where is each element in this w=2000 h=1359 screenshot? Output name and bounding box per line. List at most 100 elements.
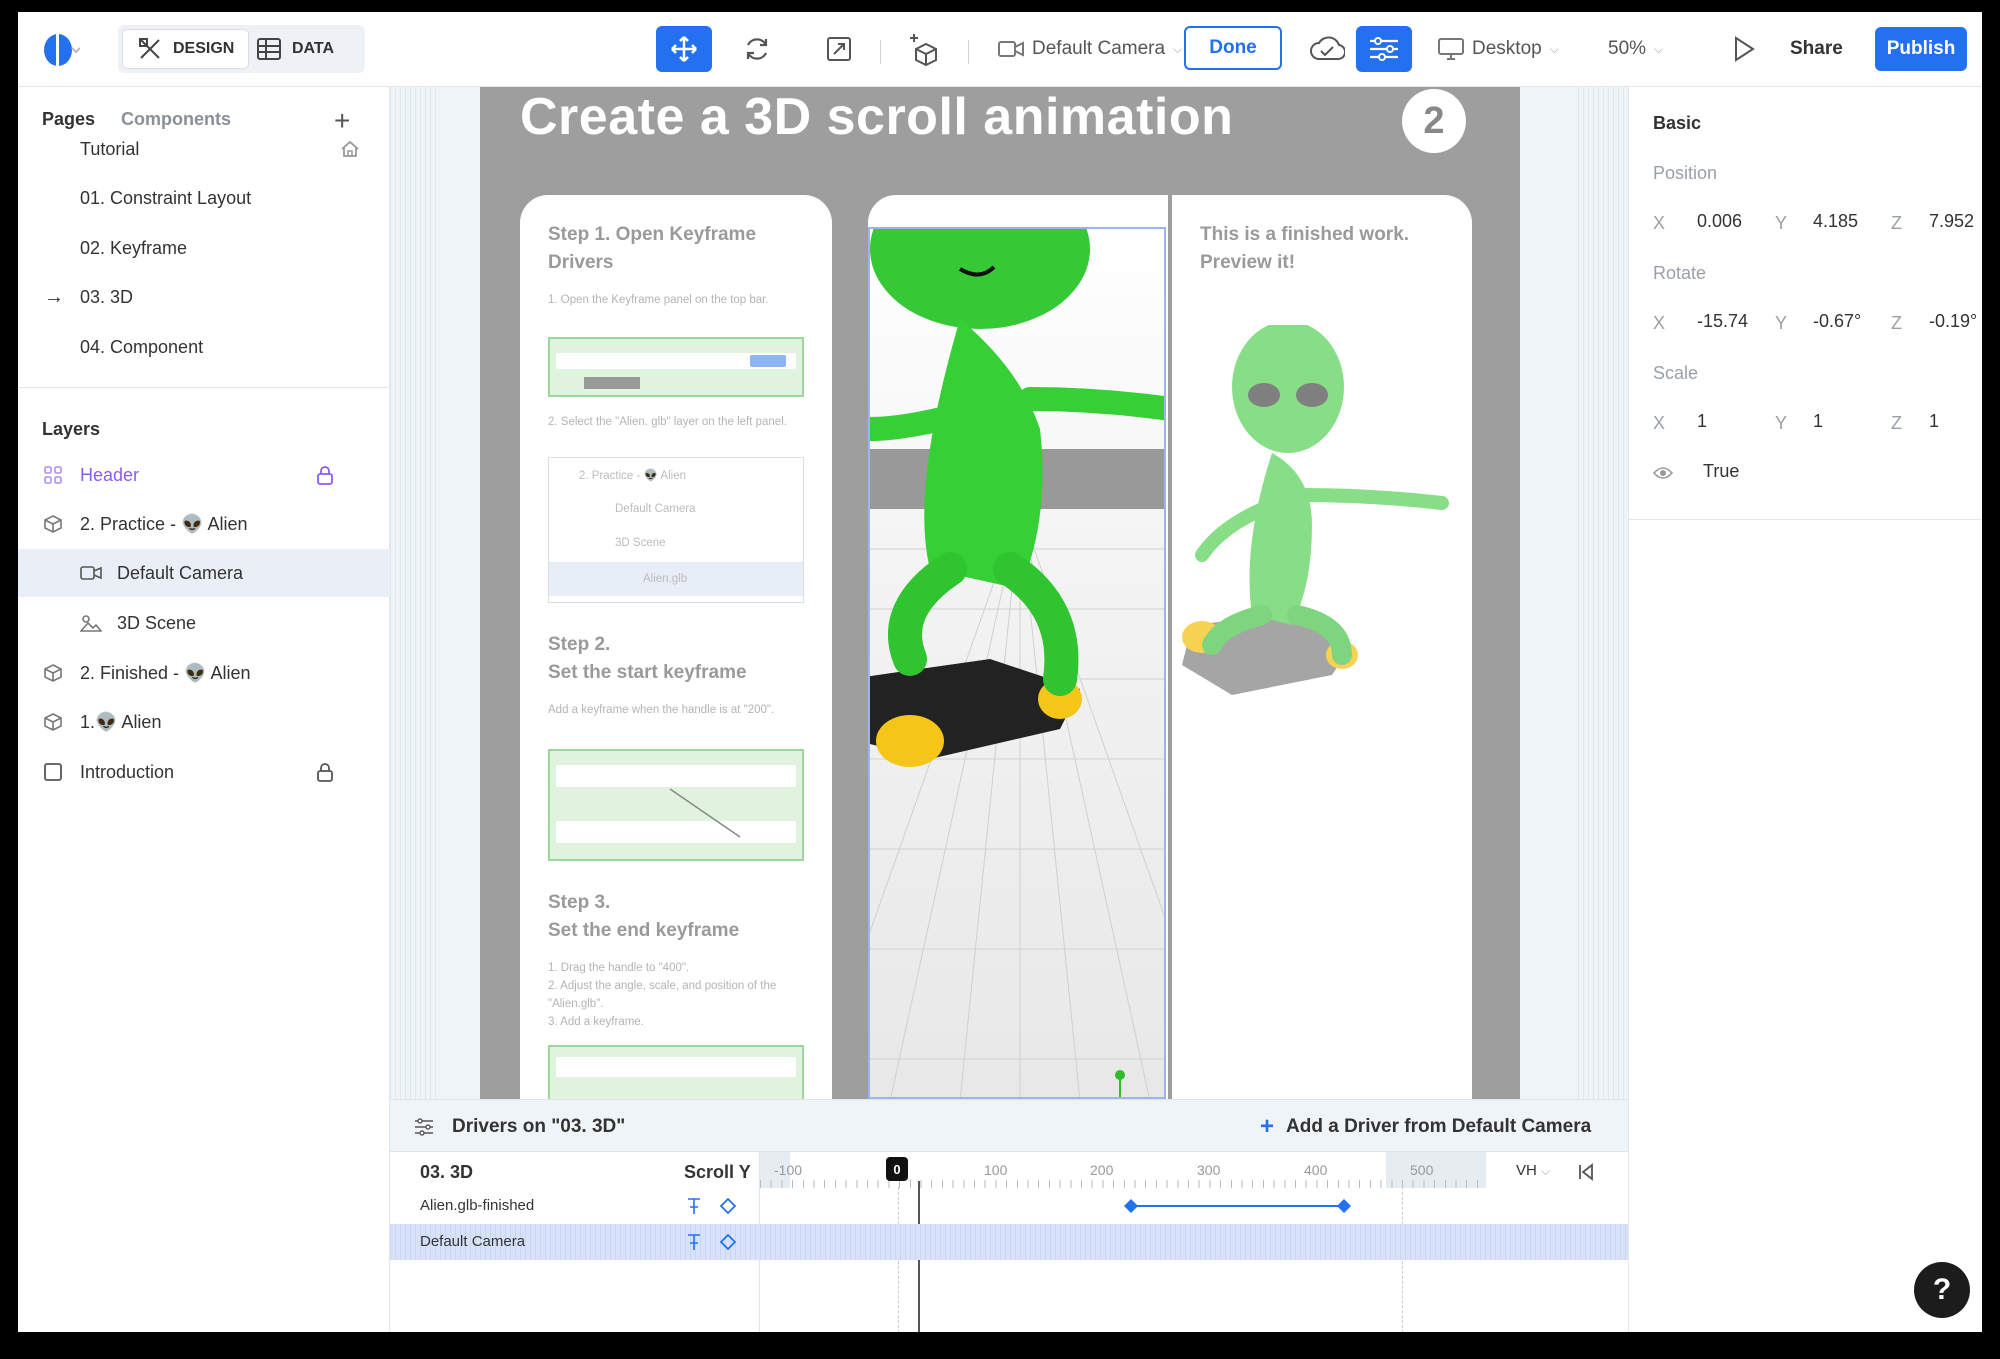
unit-selector[interactable]: VH ⌵ <box>1516 1162 1550 1179</box>
finished-alien-render <box>1182 325 1449 695</box>
page-item-label: 01. Constraint Layout <box>80 187 252 208</box>
skip-to-start-icon[interactable] <box>1576 1162 1596 1182</box>
play-preview-button[interactable] <box>1722 26 1766 72</box>
keyframe-marker[interactable] <box>1124 1199 1138 1213</box>
rotate-label: Rotate <box>1653 263 1707 283</box>
position-z-field[interactable]: 7.952 <box>1929 211 1981 232</box>
publish-button[interactable]: Publish <box>1875 27 1967 71</box>
layer-label: 2. Practice - 👽 Alien <box>80 513 248 534</box>
help-button[interactable]: ? <box>1914 1262 1970 1318</box>
page-item-keyframe[interactable]: 02. Keyframe <box>18 224 390 272</box>
play-icon <box>1735 36 1755 62</box>
rotate-icon <box>746 38 768 60</box>
driver-row-selected[interactable]: Default Camera <box>390 1224 1628 1260</box>
rotate-y-field[interactable]: -0.67° <box>1813 311 1869 332</box>
layer-finished-alien[interactable]: 2. Finished - 👽 Alien <box>18 649 390 697</box>
layer-introduction[interactable]: Introduction <box>18 748 390 796</box>
visible-value[interactable]: True <box>1703 461 1739 482</box>
layer-label: Header <box>80 464 140 485</box>
3d-viewport[interactable] <box>868 227 1166 1099</box>
properties-panel: Basic Position X 0.006 Y 4.185 Z 7.952 R… <box>1628 87 1982 1332</box>
page-item-3d[interactable]: → 03. 3D <box>18 273 390 321</box>
ruler-ticks <box>760 1180 1486 1188</box>
step3-screenshot <box>548 1045 804 1099</box>
pin-icon[interactable] <box>686 1197 702 1215</box>
plus-icon: + <box>1260 1113 1275 1140</box>
step3-text: 1. Drag the handle to "400". 2. Adjust t… <box>548 962 777 1028</box>
add-3d-object-button[interactable] <box>902 26 948 72</box>
zoom-selector[interactable]: 50% ⌵ <box>1608 26 1663 72</box>
scale-x-field[interactable]: 1 <box>1697 411 1751 432</box>
axis-y-label: Y <box>1775 313 1788 333</box>
add-keyframe-icon[interactable] <box>720 1234 736 1250</box>
layout-guide <box>390 87 440 1099</box>
playhead-handle[interactable]: 0 <box>886 1157 908 1181</box>
page-item-constraint-layout[interactable]: 01. Constraint Layout <box>18 174 390 222</box>
keyframe-drivers-icon <box>1370 37 1398 61</box>
page-frame[interactable]: Create a 3D scroll animation 2 Step 1. O… <box>480 87 1520 1099</box>
design-mode-button[interactable]: DESIGN <box>122 29 250 69</box>
keyframe-drivers-toggle[interactable] <box>1356 26 1412 72</box>
rotate-tool-button[interactable] <box>734 26 780 72</box>
step1-text-2: 2. Select the "Alien. glb" layer on the … <box>548 416 787 428</box>
design-canvas[interactable]: Create a 3D scroll animation 2 Step 1. O… <box>390 87 1628 1099</box>
toolbar-separator <box>880 40 881 64</box>
design-tools-icon <box>139 38 160 59</box>
device-selector[interactable]: Desktop ⌵ <box>1438 26 1559 72</box>
add-keyframe-icon[interactable] <box>720 1198 736 1214</box>
eye-icon[interactable] <box>1653 465 1673 481</box>
layer-label: 1.👽 Alien <box>80 711 162 732</box>
done-button[interactable]: Done <box>1184 26 1282 70</box>
cube-icon <box>42 662 64 684</box>
step2-text: Add a keyframe when the handle is at "20… <box>548 704 775 716</box>
layer-header[interactable]: Header <box>18 451 390 499</box>
scale-y-field[interactable]: 1 <box>1813 411 1867 432</box>
scale-tool-button[interactable] <box>816 26 862 72</box>
page-item-component[interactable]: 04. Component <box>18 323 390 371</box>
driver-row[interactable]: Alien.glb-finished <box>390 1188 1628 1224</box>
finished-preview-card[interactable]: This is a finished work. Preview it! <box>1172 195 1472 1099</box>
lock-icon[interactable] <box>316 762 334 782</box>
rotate-z-field[interactable]: -0.19° <box>1929 311 1982 332</box>
move-arrows-icon <box>671 36 697 62</box>
toolbar-separator <box>968 40 969 64</box>
data-mode-button[interactable]: DATA <box>242 29 348 69</box>
move-tool-button[interactable] <box>656 26 712 72</box>
share-button[interactable]: Share <box>1790 27 1843 71</box>
camera-selector[interactable]: Default Camera ⌵ <box>998 26 1182 72</box>
page-item-label: 02. Keyframe <box>80 237 188 258</box>
tick-label: 100 <box>984 1162 1008 1178</box>
axis-z-label: Z <box>1891 313 1902 333</box>
app-logo-icon[interactable] <box>40 32 80 68</box>
tick-label: 400 <box>1304 1162 1328 1178</box>
layer-label: 3D Scene <box>117 612 197 633</box>
preview-check-button[interactable] <box>1302 26 1352 72</box>
layer-alien[interactable]: 1.👽 Alien <box>18 698 390 746</box>
rotate-x-field[interactable]: -15.74 <box>1697 311 1751 332</box>
mode-switch: DESIGN DATA <box>118 25 365 73</box>
pin-icon[interactable] <box>686 1233 702 1251</box>
layer-practice-alien[interactable]: 2. Practice - 👽 Alien <box>18 500 390 548</box>
timeline-ruler[interactable]: -100 100 200 300 400 500 0 <box>760 1152 1628 1188</box>
scale-z-field[interactable]: 1 <box>1929 411 1981 432</box>
page-item-tutorial[interactable]: Tutorial <box>18 125 390 173</box>
instructions-card[interactable]: Step 1. Open Keyframe Drivers 1. Open th… <box>520 195 832 1099</box>
position-x-field[interactable]: 0.006 <box>1697 211 1751 232</box>
panel-divider <box>18 387 390 388</box>
position-y-field[interactable]: 4.185 <box>1813 211 1867 232</box>
practice-3d-card[interactable] <box>868 195 1168 1099</box>
keyframe-marker[interactable] <box>1337 1199 1351 1213</box>
component-icon <box>42 464 64 486</box>
drivers-header: Drivers on "03. 3D" + Add a Driver from … <box>390 1100 1628 1152</box>
driver-page-label: 03. 3D <box>420 1162 474 1182</box>
step1-screenshot <box>548 337 804 397</box>
tree-row: 2. Practice - 👽 Alien <box>579 470 686 482</box>
lock-icon[interactable] <box>316 465 334 485</box>
step1-layer-tree: 2. Practice - 👽 Alien Default Camera 3D … <box>548 457 804 603</box>
page-item-label: Tutorial <box>80 138 140 159</box>
home-icon <box>341 140 359 157</box>
layer-default-camera[interactable]: Default Camera <box>18 549 390 597</box>
layer-3d-scene[interactable]: 3D Scene <box>18 599 390 647</box>
cube-icon <box>42 513 64 535</box>
add-driver-button[interactable]: + Add a Driver from Default Camera <box>1260 1113 1591 1140</box>
